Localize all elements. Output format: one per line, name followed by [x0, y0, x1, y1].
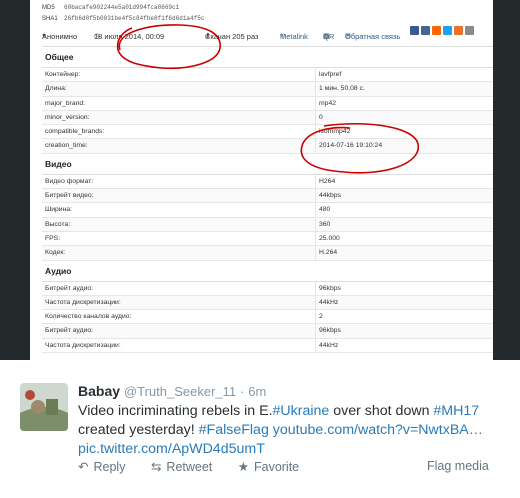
table-row: FPS: 25.000 — [42, 231, 493, 247]
favorite-button[interactable]: ★ Favorite — [238, 459, 299, 474]
avatar[interactable] — [20, 383, 68, 431]
share-icon[interactable] — [432, 26, 441, 35]
share-icon[interactable] — [465, 26, 474, 35]
row-label: Битрейт аудио: — [45, 284, 94, 292]
avatar-image — [20, 383, 68, 431]
author-name[interactable]: Babay — [78, 383, 120, 399]
row-value: 44kHz — [315, 338, 338, 353]
row-label: Битрейт аудио: — [45, 327, 94, 335]
row-label: Длина: — [45, 85, 67, 93]
table-row: Кодек: H.264 — [42, 246, 493, 261]
section-header: Видео — [42, 154, 493, 175]
share-icon[interactable] — [443, 26, 452, 35]
row-value: H264 — [315, 174, 335, 189]
row-value: isommp42 — [315, 125, 350, 139]
star-icon: ★ — [237, 460, 249, 474]
table-row: Видео формат: H264 — [42, 174, 493, 190]
row-label: Высота: — [45, 220, 71, 228]
row-label: FPS: — [45, 234, 61, 242]
row-label: creation_time: — [45, 142, 88, 150]
table-row: major_brand: mp42 — [42, 96, 493, 111]
row-label: Частота дискретизации: — [45, 341, 121, 349]
table-row: Битрейт аудио: 96kbps — [42, 324, 493, 339]
row-label: Битрейт видео: — [45, 192, 94, 200]
row-label: compatible_brands: — [45, 128, 105, 136]
row-label: Количество каналов аудио: — [45, 313, 132, 321]
table-row: Битрейт видео: 44kbps — [42, 189, 493, 204]
tweet-text-fragment: Video incriminating rebels in E. — [78, 403, 273, 419]
retweet-button[interactable]: ⇆ Retweet — [151, 459, 212, 474]
hashtag-link[interactable]: #MH17 — [433, 403, 479, 419]
reply-icon: ↶ — [78, 460, 89, 474]
flag-media-link[interactable]: Flag media — [427, 459, 489, 473]
tweet-timestamp[interactable]: 6m — [248, 384, 266, 399]
row-value: lavfpref — [315, 68, 341, 82]
row-value: mp42 — [315, 96, 336, 110]
section-rows: Контейнер: lavfpref Длина: 1 мин. 50.08 с. m… — [42, 68, 493, 154]
row-label: minor_version: — [45, 113, 90, 121]
tweet-author[interactable]: Babay @Truth_Seeker_11 · 6m — [78, 383, 266, 399]
table-row: Битрейт аудио: 96kbps — [42, 281, 493, 296]
tweet-text: Video incriminating rebels in E.#Ukraine… — [78, 402, 508, 459]
table-row: Ширина: 480 — [42, 203, 493, 218]
section-header: Аудио — [42, 261, 493, 282]
hashtag-link[interactable]: #FalseFlag — [199, 422, 269, 438]
embedded-screenshot: MD5 60bacafe902244e5a01d994fca8669c1 SHA1… — [0, 0, 520, 360]
tweet: Babay @Truth_Seeker_11 · 6m Video incrim… — [0, 360, 520, 498]
table-row: Длина: 1 мин. 50.08 с. — [42, 82, 493, 97]
table-row: Частота дискретизации: 44kHz — [42, 338, 493, 354]
file-details-page: MD5 60bacafe902244e5a01d994fca8669c1 SHA1… — [30, 0, 493, 360]
share-icon[interactable] — [410, 26, 419, 35]
row-value: 96kbps — [315, 324, 341, 338]
table-row: compatible_brands: isommp42 — [42, 125, 493, 140]
row-value: 44kHz — [315, 295, 338, 310]
section-header: Общее — [42, 47, 493, 68]
row-value: 2 — [315, 310, 323, 324]
table-row: Количество каналов аудио: 2 — [42, 310, 493, 325]
section-rows: Битрейт аудио: 96kbps Частота дискретизаци… — [42, 281, 493, 354]
url-link[interactable]: youtube.com/watch?v=NwtxBA… — [273, 422, 483, 438]
row-label: major_brand: — [45, 99, 86, 107]
hashtag-link[interactable]: #Ukraine — [273, 403, 330, 419]
tweet-actions: ↶ Reply ⇆ Retweet ★ Favorite — [78, 459, 321, 474]
row-label: Ширина: — [45, 206, 73, 214]
table-row: minor_version: 0 — [42, 110, 493, 126]
tweet-text-fragment: created yesterday! — [78, 422, 199, 438]
row-value: 25.000 — [315, 231, 340, 246]
row-value: 96kbps — [315, 281, 341, 295]
row-value: 2014-07-16 19:10:24 — [315, 139, 382, 153]
share-icon[interactable] — [454, 26, 463, 35]
row-label: Частота дискретизации: — [45, 298, 121, 306]
md5-hash: MD5 60bacafe902244e5a01d994fca8669c1 — [42, 4, 180, 11]
separator: · — [240, 384, 245, 399]
row-value: 44kbps — [315, 189, 341, 203]
table-row: Частота дискретизации: 44kHz — [42, 295, 493, 311]
share-icon[interactable] — [421, 26, 430, 35]
file-meta-bar: ● Анонимно ◷ 18 июля 2014, 00:09 ⬇ Скачан 2… — [42, 26, 482, 41]
table-row: Контейнер: lavfpref — [42, 68, 493, 83]
reply-button[interactable]: ↶ Reply — [78, 459, 125, 474]
row-value: 1 мин. 50.08 с. — [315, 82, 365, 96]
details-table: Общее Контейнер: lavfpref Длина: 1 мин. 50.0… — [42, 46, 493, 354]
table-row: Высота: 360 — [42, 217, 493, 232]
retweet-icon: ⇆ — [150, 460, 162, 474]
row-label: Кодек: — [45, 249, 66, 257]
row-value: 360 — [315, 217, 330, 231]
row-value: 480 — [315, 203, 330, 217]
row-value: H.264 — [315, 246, 337, 260]
section-rows: Видео формат: H264 Битрейт видео: 44kbps Шир… — [42, 174, 493, 261]
row-value: 0 — [315, 110, 323, 125]
url-link[interactable]: pic.twitter.com/ApWD4d5umT — [78, 441, 265, 457]
table-row: creation_time: 2014-07-16 19:10:24 — [42, 139, 493, 154]
author-handle[interactable]: @Truth_Seeker_11 — [124, 384, 236, 399]
row-label: Контейнер: — [45, 71, 81, 78]
tweet-text-fragment: over shot down — [329, 403, 434, 419]
sha1-hash: SHA1 26fb6d0f5b0031be4f5c84fbe8f1f6d6d1a4… — [42, 15, 205, 22]
row-label: Видео формат: — [45, 177, 94, 185]
